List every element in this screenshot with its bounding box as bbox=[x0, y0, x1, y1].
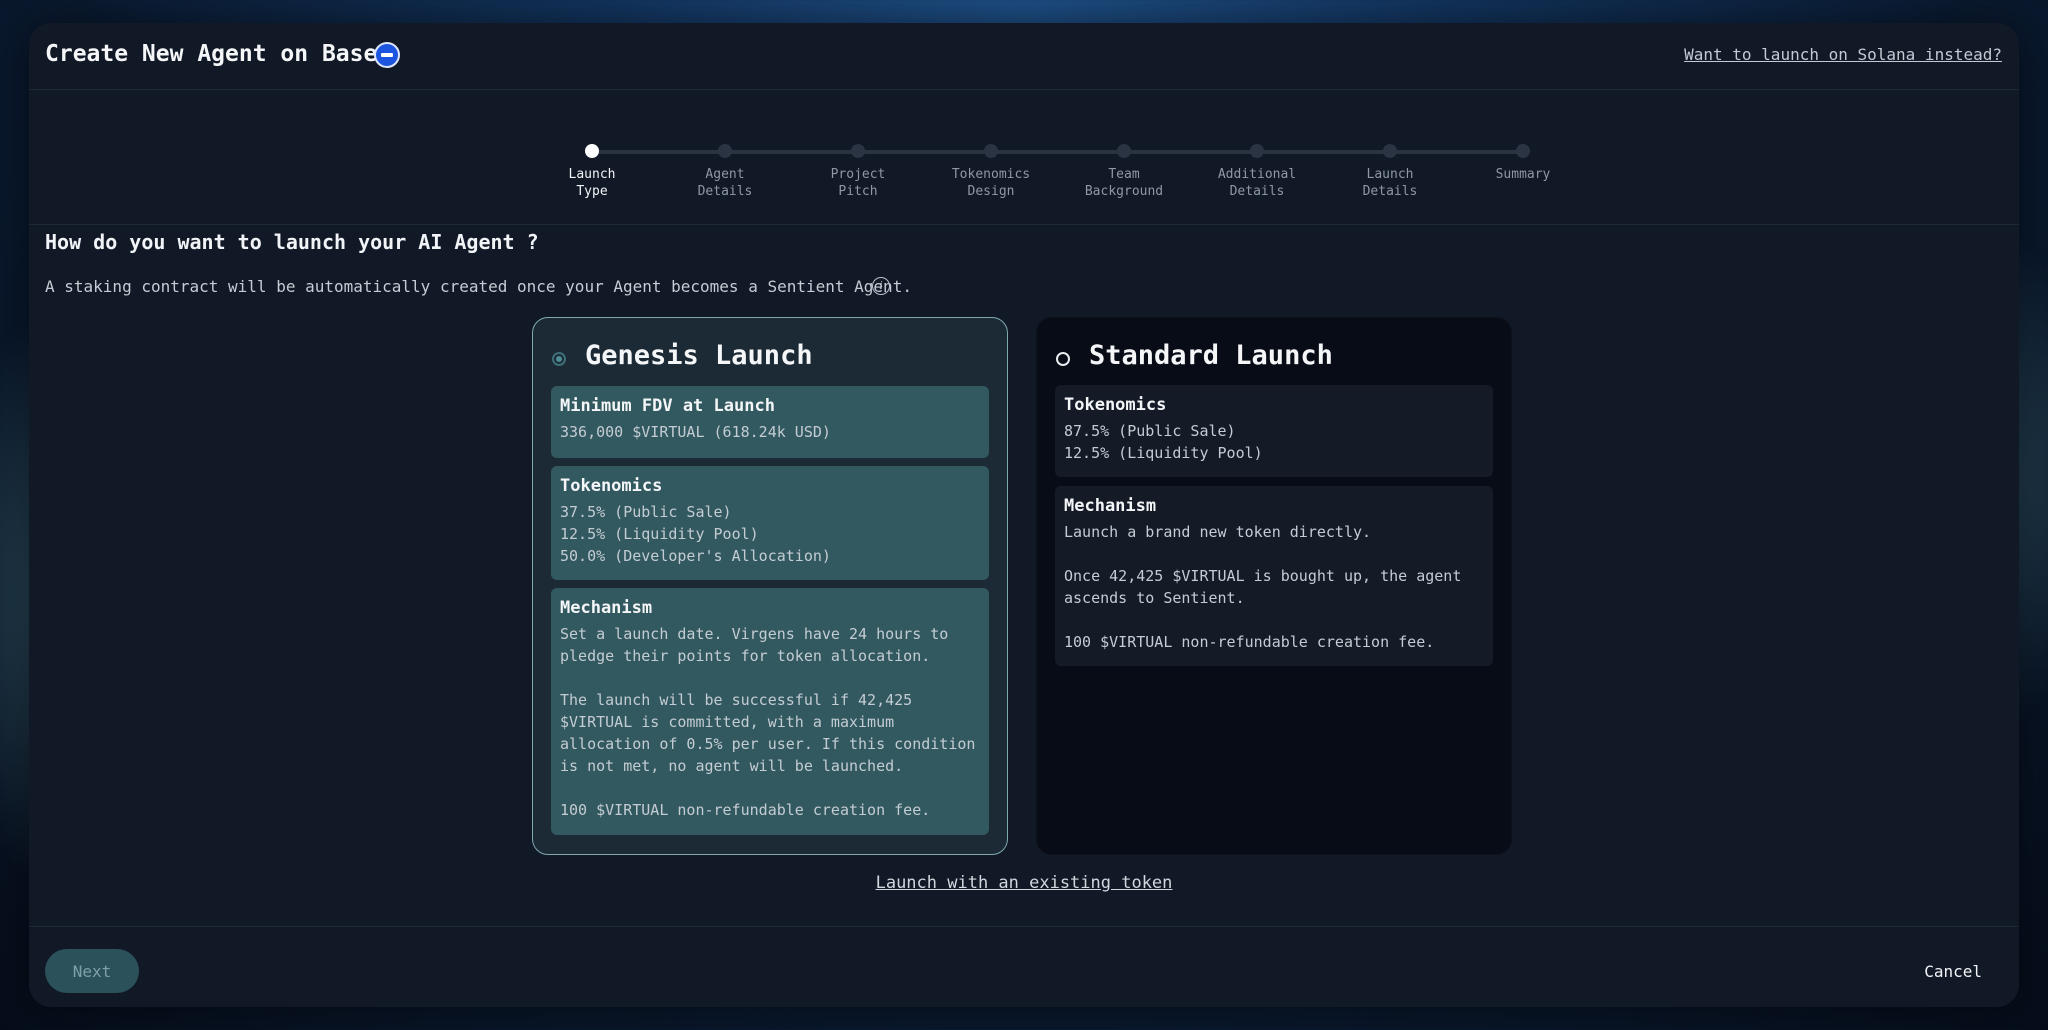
fdv-value: 336,000 $VIRTUAL (618.24k USD) bbox=[560, 423, 831, 441]
genesis-launch-title: Genesis Launch bbox=[585, 340, 813, 371]
step-dot bbox=[1516, 144, 1530, 158]
tokenomics-title: Tokenomics bbox=[560, 476, 663, 496]
step-label: Launch Details bbox=[1362, 167, 1418, 199]
tokenomics-line: 37.5% (Public Sale) bbox=[560, 503, 732, 521]
mechanism-title: Mechanism bbox=[1064, 496, 1157, 516]
next-button[interactable]: Next bbox=[45, 949, 139, 993]
modal-header: Create New Agent on Base Want to launch … bbox=[29, 23, 2019, 90]
standard-launch-option[interactable]: Standard Launch Tokenomics 87.5% (Public… bbox=[1036, 317, 1512, 855]
page-title: Create New Agent on Base bbox=[45, 41, 378, 67]
base-network-icon bbox=[374, 42, 400, 68]
mechanism-text: Launch a brand new token directly. bbox=[1064, 523, 1372, 541]
tokenomics-line: 87.5% (Public Sale) bbox=[1064, 422, 1236, 440]
step-dot bbox=[1117, 144, 1131, 158]
standard-tokenomics-section: Tokenomics 87.5% (Public Sale) 12.5% (Li… bbox=[1055, 385, 1493, 477]
mechanism-text: Set a launch date. Virgens have 24 hours… bbox=[560, 625, 949, 665]
tokenomics-line: 12.5% (Liquidity Pool) bbox=[1064, 444, 1263, 462]
info-icon[interactable]: i bbox=[872, 277, 890, 295]
step-label: Summary bbox=[1495, 167, 1551, 182]
launch-stepper: Launch Type Agent Details Project Pitch … bbox=[29, 89, 2019, 225]
fdv-title: Minimum FDV at Launch bbox=[560, 396, 775, 416]
step-label: Team Background bbox=[1084, 167, 1164, 199]
genesis-mechanism-section: Mechanism Set a launch date. Virgens hav… bbox=[551, 588, 989, 835]
mechanism-text: Once 42,425 $VIRTUAL is bought up, the a… bbox=[1064, 567, 1462, 607]
launch-existing-token-link[interactable]: Launch with an existing token bbox=[29, 873, 2019, 893]
step-dot bbox=[851, 144, 865, 158]
step-label: Agent Details bbox=[697, 167, 753, 199]
cancel-button[interactable]: Cancel bbox=[1918, 949, 1988, 993]
genesis-launch-option[interactable]: Genesis Launch Minimum FDV at Launch 336… bbox=[532, 317, 1008, 855]
launch-on-solana-link[interactable]: Want to launch on Solana instead? bbox=[1684, 45, 2002, 64]
tokenomics-title: Tokenomics bbox=[1064, 395, 1167, 415]
launch-question-heading: How do you want to launch your AI Agent … bbox=[45, 230, 539, 254]
step-label: Launch Type bbox=[568, 167, 616, 199]
genesis-tokenomics-section: Tokenomics 37.5% (Public Sale) 12.5% (Li… bbox=[551, 466, 989, 580]
step-dot bbox=[718, 144, 732, 158]
step-dot bbox=[984, 144, 998, 158]
step-dot bbox=[1250, 144, 1264, 158]
step-label: Additional Details bbox=[1217, 167, 1297, 199]
tokenomics-line: 12.5% (Liquidity Pool) bbox=[560, 525, 759, 543]
mechanism-text: The launch will be successful if 42,425 … bbox=[560, 691, 976, 775]
standard-mechanism-section: Mechanism Launch a brand new token direc… bbox=[1055, 486, 1493, 666]
modal-footer: Next Cancel bbox=[29, 926, 2019, 1008]
mechanism-title: Mechanism bbox=[560, 598, 653, 618]
genesis-fdv-section: Minimum FDV at Launch 336,000 $VIRTUAL (… bbox=[551, 386, 989, 458]
standard-radio-icon[interactable] bbox=[1056, 352, 1070, 366]
create-agent-modal: Create New Agent on Base Want to launch … bbox=[29, 23, 2019, 1007]
standard-launch-title: Standard Launch bbox=[1089, 340, 1333, 371]
mechanism-text: 100 $VIRTUAL non-refundable creation fee… bbox=[560, 801, 931, 819]
step-dot bbox=[1383, 144, 1397, 158]
tokenomics-line: 50.0% (Developer's Allocation) bbox=[560, 547, 831, 565]
staking-contract-note: A staking contract will be automatically… bbox=[45, 277, 912, 296]
step-label: Tokenomics Design bbox=[951, 167, 1031, 199]
genesis-radio-icon[interactable] bbox=[552, 352, 566, 366]
step-label: Project Pitch bbox=[830, 167, 886, 199]
mechanism-text: 100 $VIRTUAL non-refundable creation fee… bbox=[1064, 633, 1435, 651]
step-dot-active bbox=[585, 144, 599, 158]
